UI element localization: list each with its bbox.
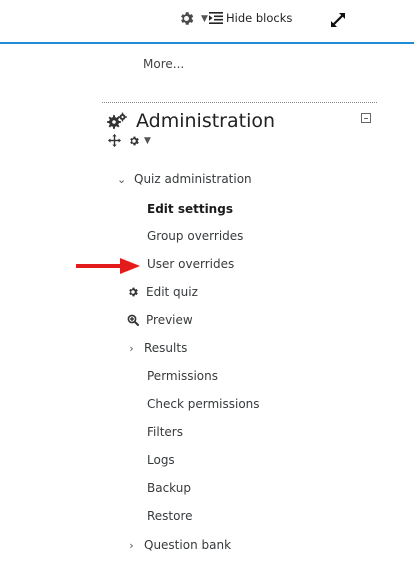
nav-logs[interactable]: Logs (147, 453, 175, 467)
nav-preview[interactable]: Preview (127, 313, 193, 327)
chevron-right-icon: › (129, 341, 134, 355)
nav-permissions[interactable]: Permissions (147, 369, 218, 383)
nav-quiz-administration[interactable]: ⌄ Quiz administration (117, 172, 252, 186)
hide-blocks-icon (209, 12, 223, 24)
toolbar-accent-line (0, 42, 414, 44)
nav-group-overrides[interactable]: Group overrides (147, 229, 243, 243)
nav-filters[interactable]: Filters (147, 425, 183, 439)
gear-menu-button[interactable]: ▼ (178, 10, 208, 27)
nav-edit-quiz[interactable]: Edit quiz (127, 285, 198, 299)
hide-blocks-label: Hide blocks (226, 11, 293, 25)
nav-user-overrides[interactable]: User overrides (147, 257, 234, 271)
nav-restore[interactable]: Restore (147, 509, 193, 523)
nav-label: Question bank (144, 538, 232, 552)
top-toolbar: ▼ Hide blocks (0, 0, 414, 44)
nav-question-bank[interactable]: › Question bank (127, 538, 231, 552)
red-arrow (76, 258, 140, 274)
chevron-down-icon: ▼ (201, 13, 208, 24)
block-header: Administration (106, 110, 275, 132)
zoom-icon (127, 314, 139, 326)
block-divider (102, 102, 377, 103)
chevron-down-icon[interactable]: ▼ (144, 136, 151, 146)
nav-label: Preview (146, 313, 193, 327)
nav-backup[interactable]: Backup (147, 481, 191, 495)
nav-label: Quiz administration (134, 172, 252, 186)
nav-results[interactable]: › Results (127, 341, 187, 355)
gear-icon[interactable] (128, 135, 140, 147)
expand-icon[interactable] (330, 12, 346, 32)
gear-icon (129, 287, 138, 297)
nav-edit-settings[interactable]: Edit settings (147, 202, 233, 216)
minus-box-icon[interactable] (361, 113, 371, 123)
more-link[interactable]: More... (143, 57, 184, 71)
block-title: Administration (136, 110, 276, 132)
nav-check-permissions[interactable]: Check permissions (147, 397, 260, 411)
gear-icon (181, 12, 194, 25)
move-icon[interactable] (108, 134, 121, 147)
block-controls: ▼ (108, 134, 151, 147)
nav-label: Edit quiz (146, 285, 198, 299)
chevron-right-icon: › (129, 538, 134, 552)
chevron-down-icon: ⌄ (117, 172, 127, 186)
cogs-icon (107, 112, 127, 129)
hide-blocks-button[interactable]: Hide blocks (209, 11, 292, 25)
nav-label: Results (144, 341, 188, 355)
